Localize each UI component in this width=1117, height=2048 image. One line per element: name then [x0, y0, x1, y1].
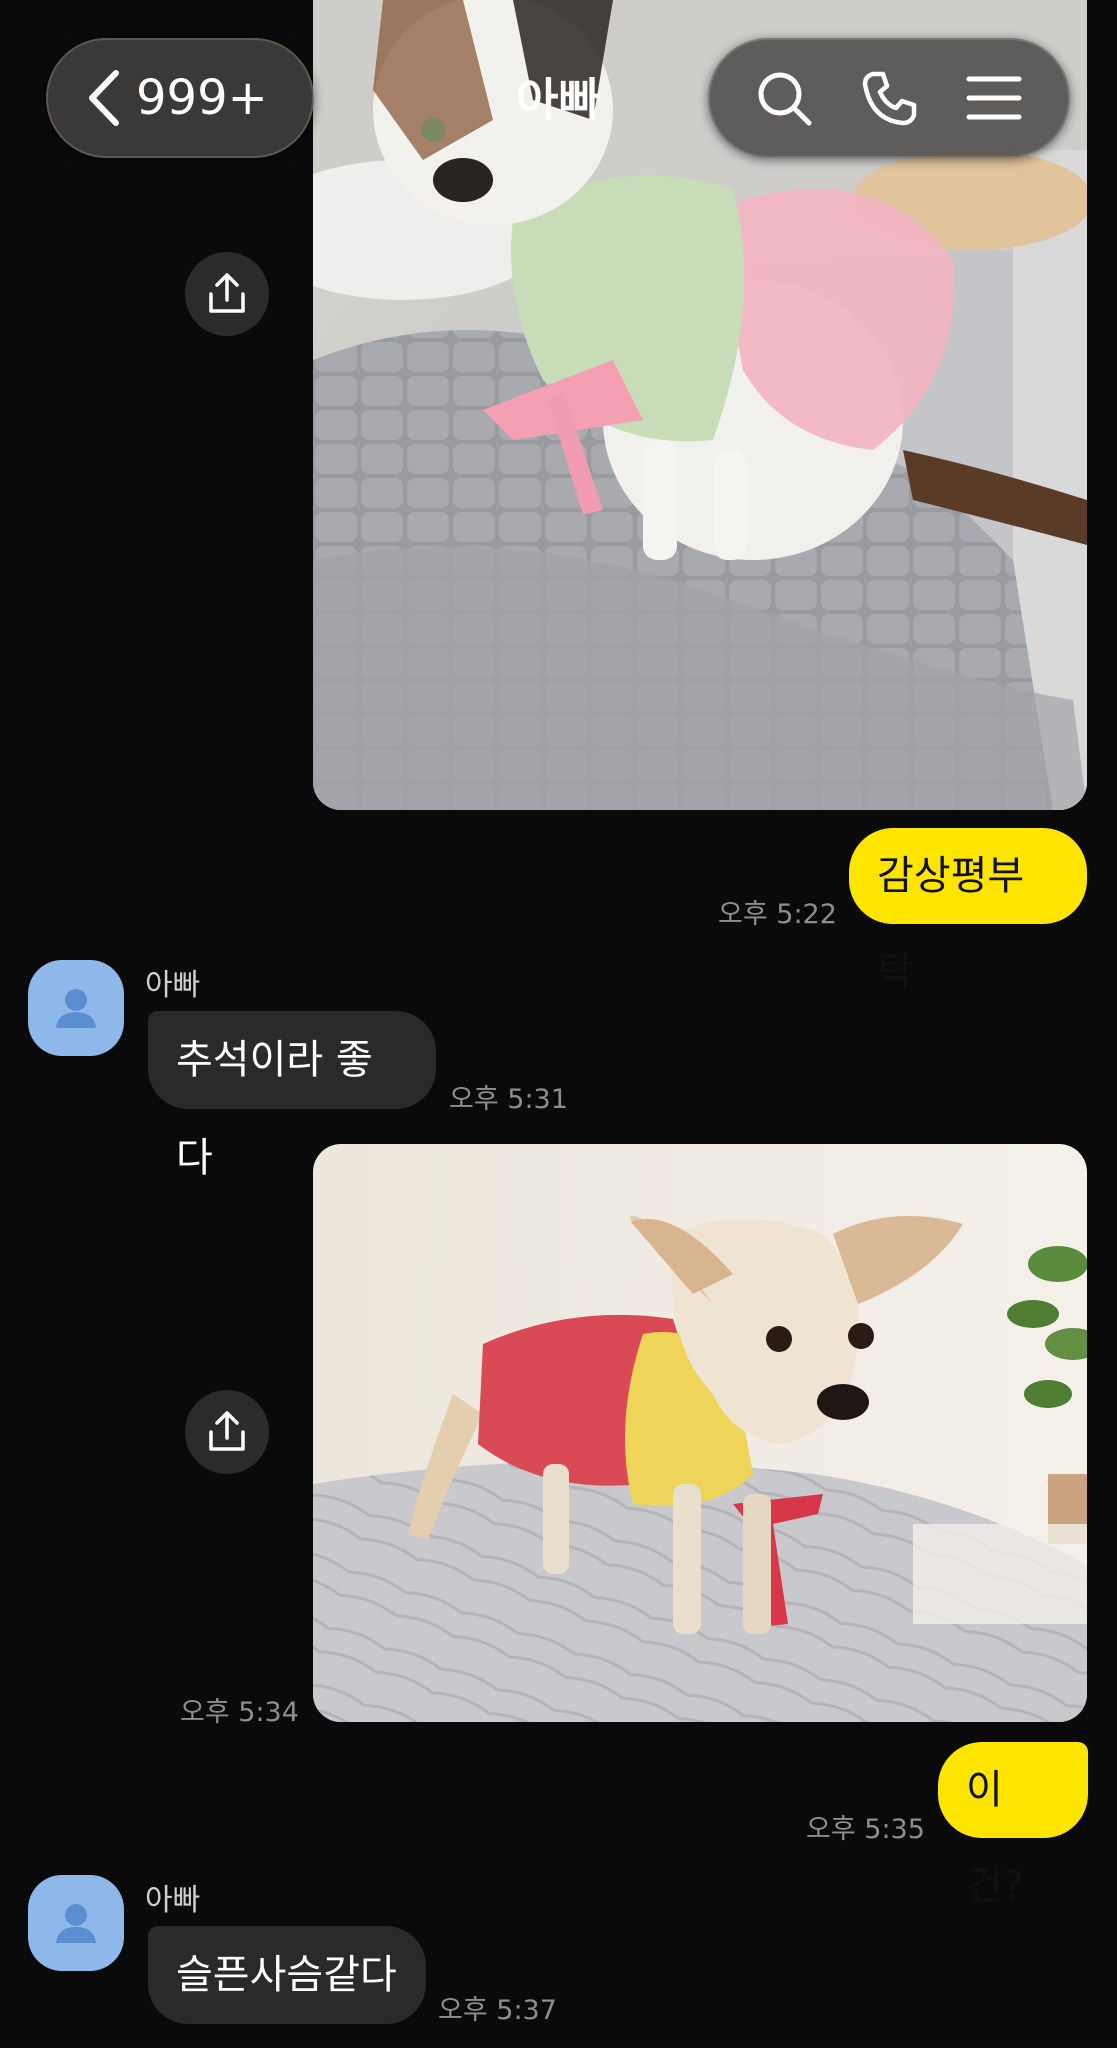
sender-name: 아빠	[145, 1883, 201, 1918]
sender-name: 아빠	[145, 968, 201, 1003]
message-time: 오후 5:35	[806, 1814, 925, 1845]
person-icon	[56, 1904, 96, 1943]
menu-icon	[966, 76, 1022, 120]
my-message-bubble[interactable]: 감상평부탁	[849, 828, 1087, 995]
photo-dog-hanbok[interactable]	[313, 1144, 1087, 1722]
message-time: 오후 5:31	[449, 1084, 568, 1115]
menu-button[interactable]	[959, 63, 1029, 133]
message-time: 오후 5:34	[180, 1697, 299, 1728]
other-message-bubble[interactable]: 추석이라 좋다	[148, 1011, 436, 1181]
avatar[interactable]	[28, 960, 124, 1056]
person-icon	[56, 989, 96, 1028]
my-message-bubble[interactable]: 이건?	[938, 1742, 1088, 1909]
avatar[interactable]	[28, 1875, 124, 1971]
share-icon	[209, 273, 245, 313]
call-button[interactable]	[854, 63, 924, 133]
message-time: 오후 5:37	[438, 1995, 557, 2026]
header-actions	[708, 38, 1070, 158]
share-button[interactable]	[185, 1390, 269, 1474]
search-button[interactable]	[749, 63, 819, 133]
share-button[interactable]	[185, 252, 269, 336]
share-icon	[209, 1411, 245, 1451]
other-message-bubble[interactable]: 슬픈사슴같다	[148, 1926, 426, 2024]
search-icon	[758, 72, 812, 126]
phone-icon	[862, 71, 917, 126]
message-time: 오후 5:22	[718, 899, 837, 930]
